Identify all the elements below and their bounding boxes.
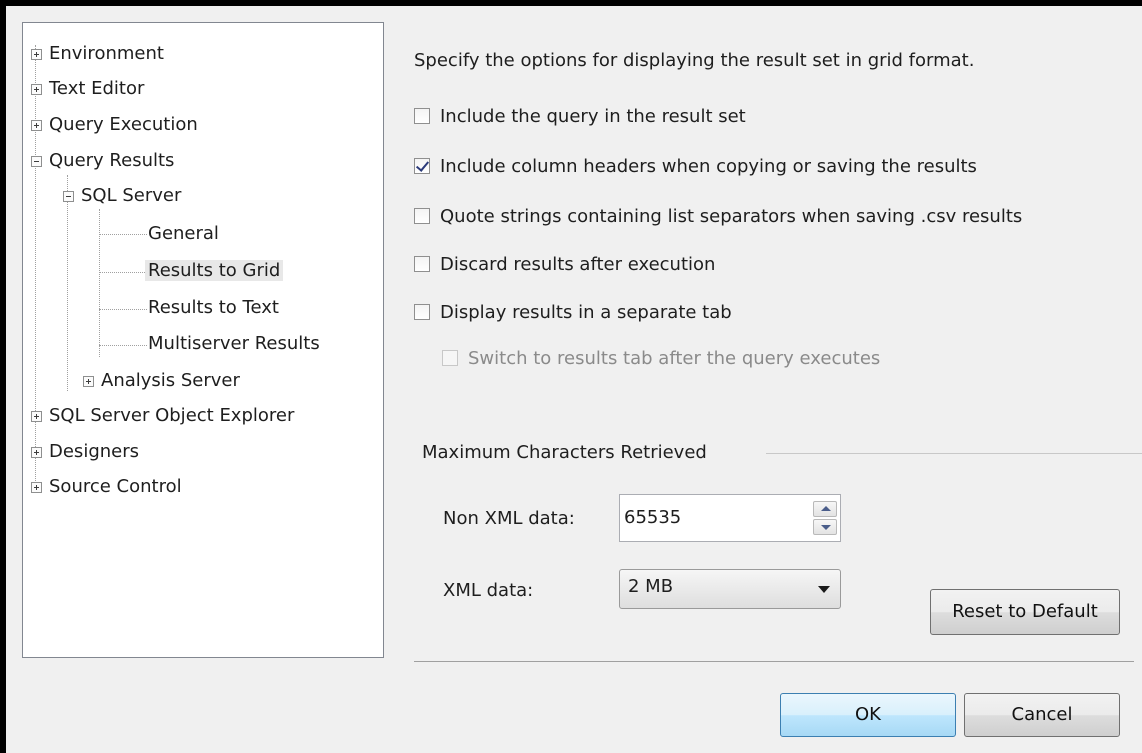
options-tree[interactable]: Environment Text Editor Query Execution … [22, 22, 384, 658]
max-chars-group-title: Maximum Characters Retrieved [422, 442, 715, 463]
tree-item-label: SQL Server [81, 185, 182, 206]
option-label: Display results in a separate tab [440, 302, 732, 323]
include-headers-checkbox[interactable] [414, 158, 430, 174]
non-xml-label: Non XML data: [443, 508, 575, 529]
tree-item-label: Designers [49, 441, 139, 462]
separate-tab-checkbox[interactable] [414, 304, 430, 320]
non-xml-stepper[interactable] [619, 494, 841, 542]
xml-label: XML data: [443, 580, 534, 601]
tree-item-label: Results to Grid [145, 260, 284, 281]
tree-connector-line [99, 234, 147, 235]
include-query-checkbox[interactable] [414, 108, 430, 124]
collapse-minus-icon[interactable] [63, 191, 74, 202]
collapse-minus-icon[interactable] [31, 156, 42, 167]
tree-connector-line [99, 309, 147, 310]
xml-data-selected-value: 2 MB [628, 576, 674, 597]
tree-item-label: Text Editor [49, 78, 145, 99]
expand-plus-icon[interactable] [31, 411, 42, 422]
tree-item-general[interactable]: General [145, 221, 222, 247]
tree-item-label: Multiserver Results [148, 333, 320, 354]
tree-connector-line [99, 345, 147, 346]
switch-tab-checkbox [442, 350, 458, 366]
dialog-separator [414, 661, 1134, 662]
option-label: Quote strings containing list separators… [440, 206, 1023, 227]
option-label: Switch to results tab after the query ex… [468, 348, 881, 369]
expand-plus-icon[interactable] [31, 447, 42, 458]
dropdown-arrow-icon[interactable] [818, 586, 830, 593]
ok-button[interactable]: OK [780, 693, 956, 737]
expand-plus-icon[interactable] [83, 376, 94, 387]
tree-item-label: Analysis Server [101, 370, 240, 391]
expand-plus-icon[interactable] [31, 482, 42, 493]
tree-connector-line [99, 209, 100, 357]
tree-item-label: SQL Server Object Explorer [49, 405, 295, 426]
tree-item-label: Query Execution [49, 114, 198, 135]
option-label: Discard results after execution [440, 254, 716, 275]
spin-down-arrow-icon[interactable] [813, 519, 837, 535]
group-divider [766, 453, 1142, 454]
tree-item-label: Source Control [49, 476, 182, 497]
options-dialog: Environment Text Editor Query Execution … [6, 6, 1142, 753]
tree-connector-line [67, 175, 68, 391]
option-label: Include the query in the result set [440, 106, 746, 127]
quote-strings-checkbox[interactable] [414, 208, 430, 224]
xml-data-dropdown[interactable]: 2 MB [619, 569, 841, 609]
expand-plus-icon[interactable] [31, 84, 42, 95]
tree-item-results-to-text[interactable]: Results to Text [145, 295, 282, 321]
expand-plus-icon[interactable] [31, 49, 42, 60]
reset-to-default-button[interactable]: Reset to Default [930, 589, 1120, 635]
discard-results-checkbox[interactable] [414, 256, 430, 272]
page-description: Specify the options for displaying the r… [414, 50, 975, 71]
tree-item-label: General [148, 223, 219, 244]
tree-item-multiserver-results[interactable]: Multiserver Results [145, 331, 323, 357]
tree-item-label: Query Results [49, 150, 175, 171]
cancel-button[interactable]: Cancel [964, 693, 1120, 737]
option-label: Include column headers when copying or s… [440, 156, 977, 177]
tree-item-results-to-grid[interactable]: Results to Grid [145, 258, 284, 284]
spin-up-arrow-icon[interactable] [813, 501, 837, 517]
non-xml-spinner[interactable] [813, 501, 837, 535]
tree-connector-line [99, 272, 147, 273]
non-xml-input[interactable] [624, 499, 802, 535]
tree-item-label: Results to Text [148, 297, 279, 318]
tree-item-label: Environment [49, 43, 164, 64]
expand-plus-icon[interactable] [31, 120, 42, 131]
